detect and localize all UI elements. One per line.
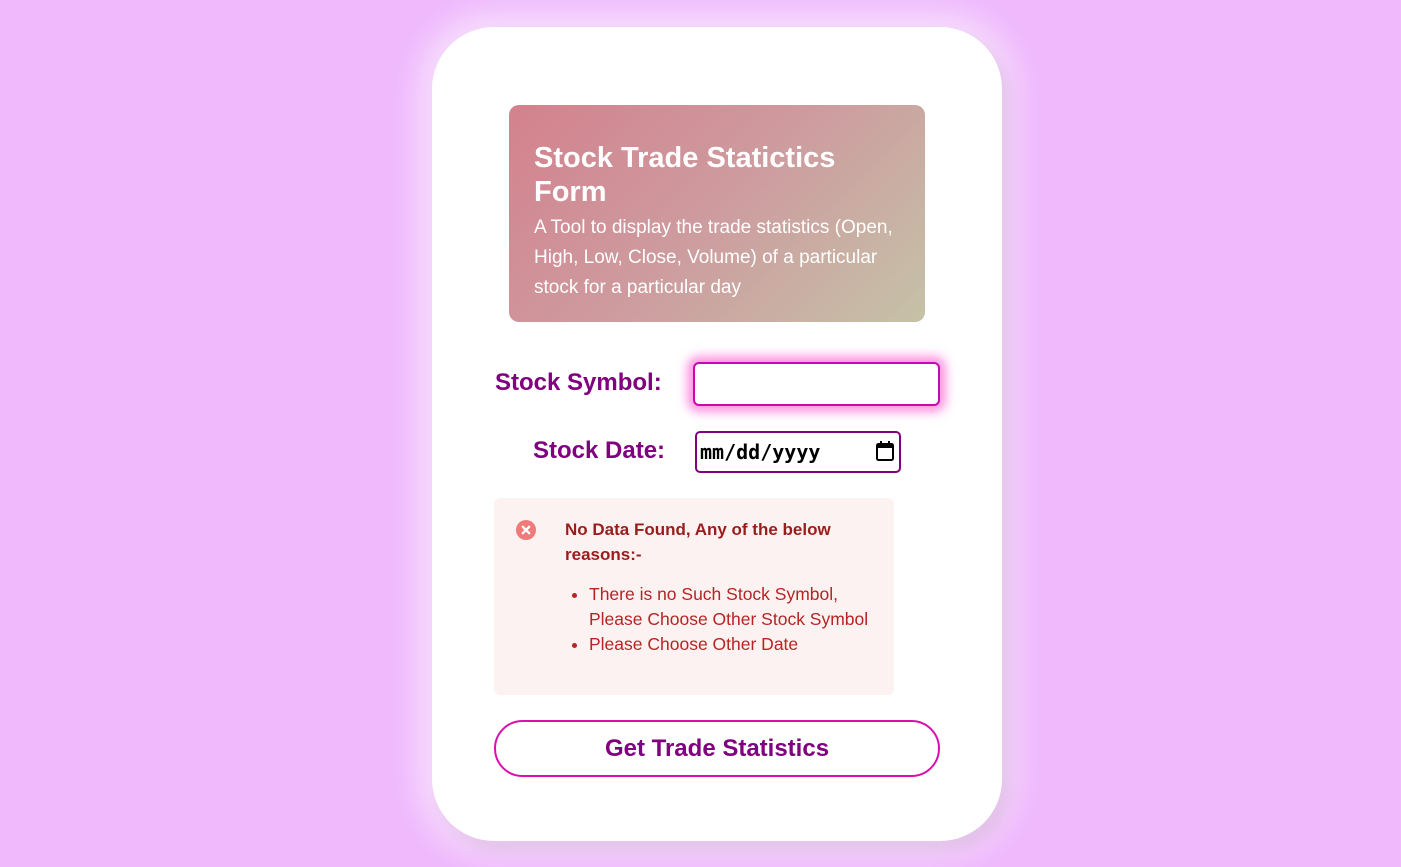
no-data-alert: No Data Found, Any of the below reasons:… [494,498,894,695]
get-trade-statistics-button[interactable]: Get Trade Statistics [494,720,940,777]
form-description: A Tool to display the trade statistics (… [534,217,893,298]
stock-date-input[interactable]: mm/dd/yyyy [695,431,901,473]
alert-reason: Please Choose Other Date [589,632,894,657]
stock-date-label: Stock Date: [533,437,666,464]
calendar-icon[interactable] [876,441,894,461]
alert-title: No Data Found, Any of the below reasons:… [565,520,831,564]
form-card: Stock Trade Statictics Form A Tool to di… [432,27,1002,841]
alert-reason: There is no Such Stock Symbol, Please Ch… [589,582,894,632]
form-header: Stock Trade Statictics Form A Tool to di… [509,105,925,322]
stock-symbol-input[interactable] [693,362,940,406]
x-circle-icon [516,520,536,540]
stock-symbol-label: Stock Symbol: [495,369,662,396]
form-title: Stock Trade Statictics Form [534,142,836,208]
alert-reasons-list: There is no Such Stock Symbol, Please Ch… [565,582,894,657]
date-placeholder: mm/dd/yyyy [700,440,821,464]
